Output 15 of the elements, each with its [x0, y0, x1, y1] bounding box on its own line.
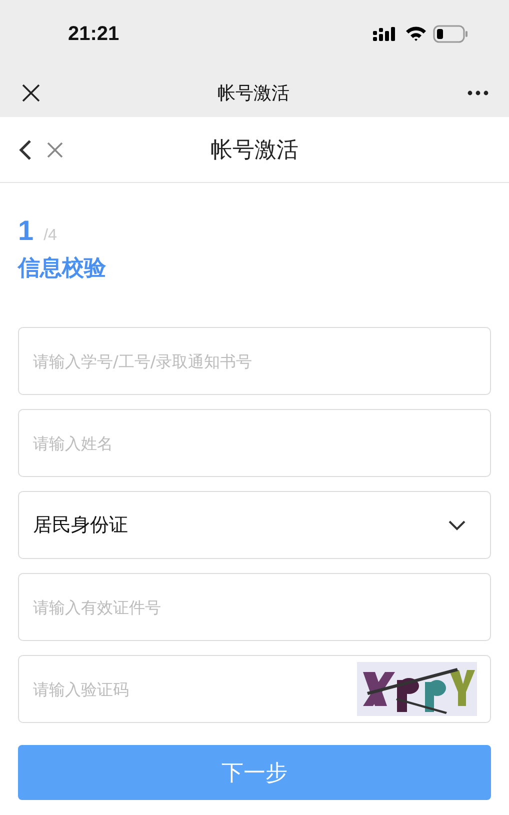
- step-title: 信息校验: [18, 255, 107, 283]
- battery-icon: [433, 25, 469, 43]
- chevron-down-icon: [448, 520, 466, 530]
- more-icon[interactable]: [467, 90, 489, 96]
- input-field[interactable]: 请输入学号/工号/录取通知书号: [18, 327, 491, 395]
- wifi-icon: [405, 26, 427, 42]
- browser-title: 帐号激活: [218, 82, 290, 104]
- step-number: 1: [18, 215, 34, 247]
- input-field[interactable]: 请输入姓名: [18, 409, 491, 477]
- back-icon[interactable]: [18, 138, 32, 160]
- id-type-dropdown[interactable]: 居民身份证: [18, 491, 491, 559]
- clock: 21:21: [68, 22, 120, 46]
- close-icon[interactable]: [22, 84, 40, 102]
- page-title: 帐号激活: [210, 136, 298, 164]
- input-field[interactable]: 请输入有效证件号: [18, 573, 491, 641]
